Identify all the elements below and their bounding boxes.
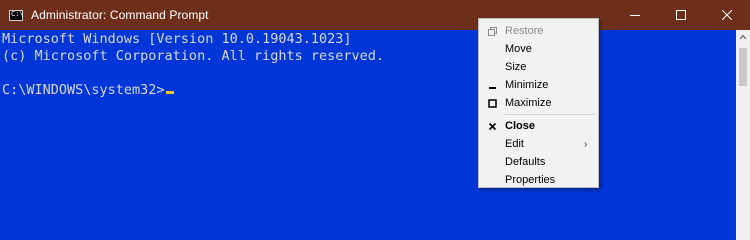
menu-item-label: Defaults: [505, 156, 546, 168]
window-title: Administrator: Command Prompt: [31, 8, 209, 22]
menu-item-label: Close: [505, 120, 535, 132]
menu-item-close[interactable]: Close: [479, 117, 598, 135]
chevron-right-icon: ›: [584, 138, 588, 150]
caption-buttons: [612, 0, 750, 30]
command-prompt-window: C:\ Administrator: Command Prompt Micros…: [0, 0, 750, 240]
menu-item-label: Minimize: [505, 79, 549, 91]
console-line: (c) Microsoft Corporation. All rights re…: [2, 48, 385, 64]
maximize-button[interactable]: [658, 0, 704, 30]
restore-icon: [487, 26, 497, 36]
menu-item-label: Edit: [505, 138, 524, 150]
console-app-icon[interactable]: C:\: [9, 9, 24, 21]
menu-item-move[interactable]: Move: [479, 40, 598, 58]
console-line: Microsoft Windows [Version 10.0.19043.10…: [2, 31, 352, 47]
menu-item-label: Properties: [505, 174, 556, 186]
close-button[interactable]: [704, 0, 750, 30]
system-menu: Restore Move Size Minimize Maximize Clos…: [478, 18, 599, 188]
menu-item-defaults[interactable]: Defaults: [479, 153, 598, 171]
menu-item-restore[interactable]: Restore: [479, 22, 598, 40]
menu-item-label: Move: [505, 43, 532, 55]
menu-item-edit[interactable]: Edit ›: [479, 135, 598, 153]
console-output[interactable]: Microsoft Windows [Version 10.0.19043.10…: [0, 30, 736, 240]
menu-item-label: Size: [505, 61, 527, 73]
maximize-icon: [676, 10, 686, 20]
minimize-icon: [630, 15, 640, 16]
vertical-scrollbar[interactable]: [736, 30, 750, 240]
menu-item-label: Maximize: [505, 97, 552, 109]
console-prompt-line: C:\WINDOWS\system32>: [2, 81, 174, 99]
menu-item-properties[interactable]: Properties: [479, 171, 598, 189]
minimize-icon: [488, 86, 496, 89]
console-prompt: C:\WINDOWS\system32>: [2, 82, 165, 98]
chevron-up-icon: [739, 34, 747, 40]
scroll-up-button[interactable]: [736, 30, 750, 44]
scroll-thumb[interactable]: [739, 48, 747, 86]
text-cursor: [165, 91, 174, 94]
minimize-button[interactable]: [612, 0, 658, 30]
title-bar[interactable]: C:\ Administrator: Command Prompt: [0, 0, 750, 30]
maximize-icon: [487, 98, 497, 108]
menu-item-minimize[interactable]: Minimize: [479, 76, 598, 94]
menu-item-maximize[interactable]: Maximize: [479, 94, 598, 112]
menu-item-size[interactable]: Size: [479, 58, 598, 76]
menu-item-label: Restore: [505, 25, 544, 37]
close-icon: [722, 10, 732, 20]
close-icon: [488, 122, 496, 130]
menu-separator: [505, 114, 595, 115]
